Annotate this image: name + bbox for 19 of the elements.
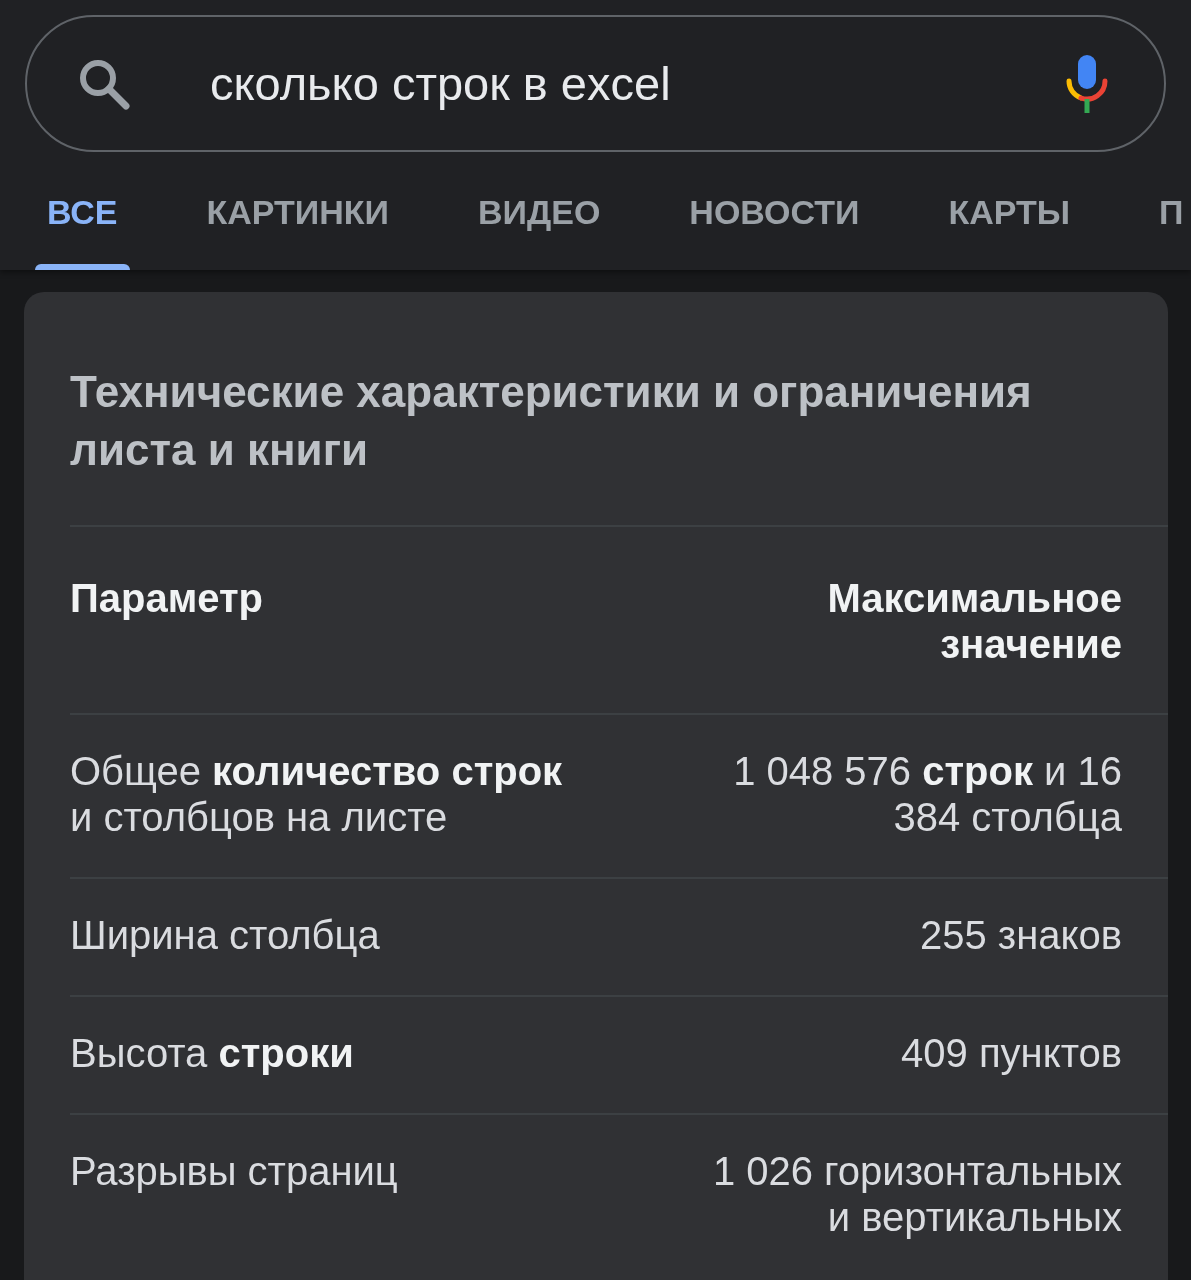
tab[interactable]: НОВОСТИ [677, 170, 872, 270]
tab[interactable]: КАРТИНКИ [194, 170, 401, 270]
parameter-cell-text: Разрывы страниц [70, 1148, 398, 1195]
parameter-cell: Ширина столбца [70, 912, 380, 958]
value-cell: 255 знаков [920, 912, 1122, 958]
card-title: Технические характеристики и ограничения листа и книги [70, 366, 1033, 476]
value-cell-text: 1 048 576 строк и 16 384 столбца [732, 748, 1122, 840]
tab[interactable]: ВИДЕО [466, 170, 613, 270]
search-icon[interactable] [78, 58, 130, 110]
value-cell: 409 пунктов [901, 1030, 1122, 1076]
tab[interactable]: ВСЕ [35, 170, 130, 270]
parameter-cell-text: Общее количество строк и столбцов на листе [70, 748, 564, 840]
column-header: Параметр [70, 575, 263, 622]
value-cell-text: 1 026 горизонтальных и вертикальных [711, 1148, 1122, 1240]
parameter-cell: Высота строки [70, 1030, 354, 1076]
microphone-icon[interactable] [1065, 55, 1109, 113]
tab[interactable]: КАРТЫ [936, 170, 1082, 270]
search-field[interactable]: сколько строк в excel [25, 15, 1166, 152]
column-header: Максимальное значение [826, 575, 1122, 667]
